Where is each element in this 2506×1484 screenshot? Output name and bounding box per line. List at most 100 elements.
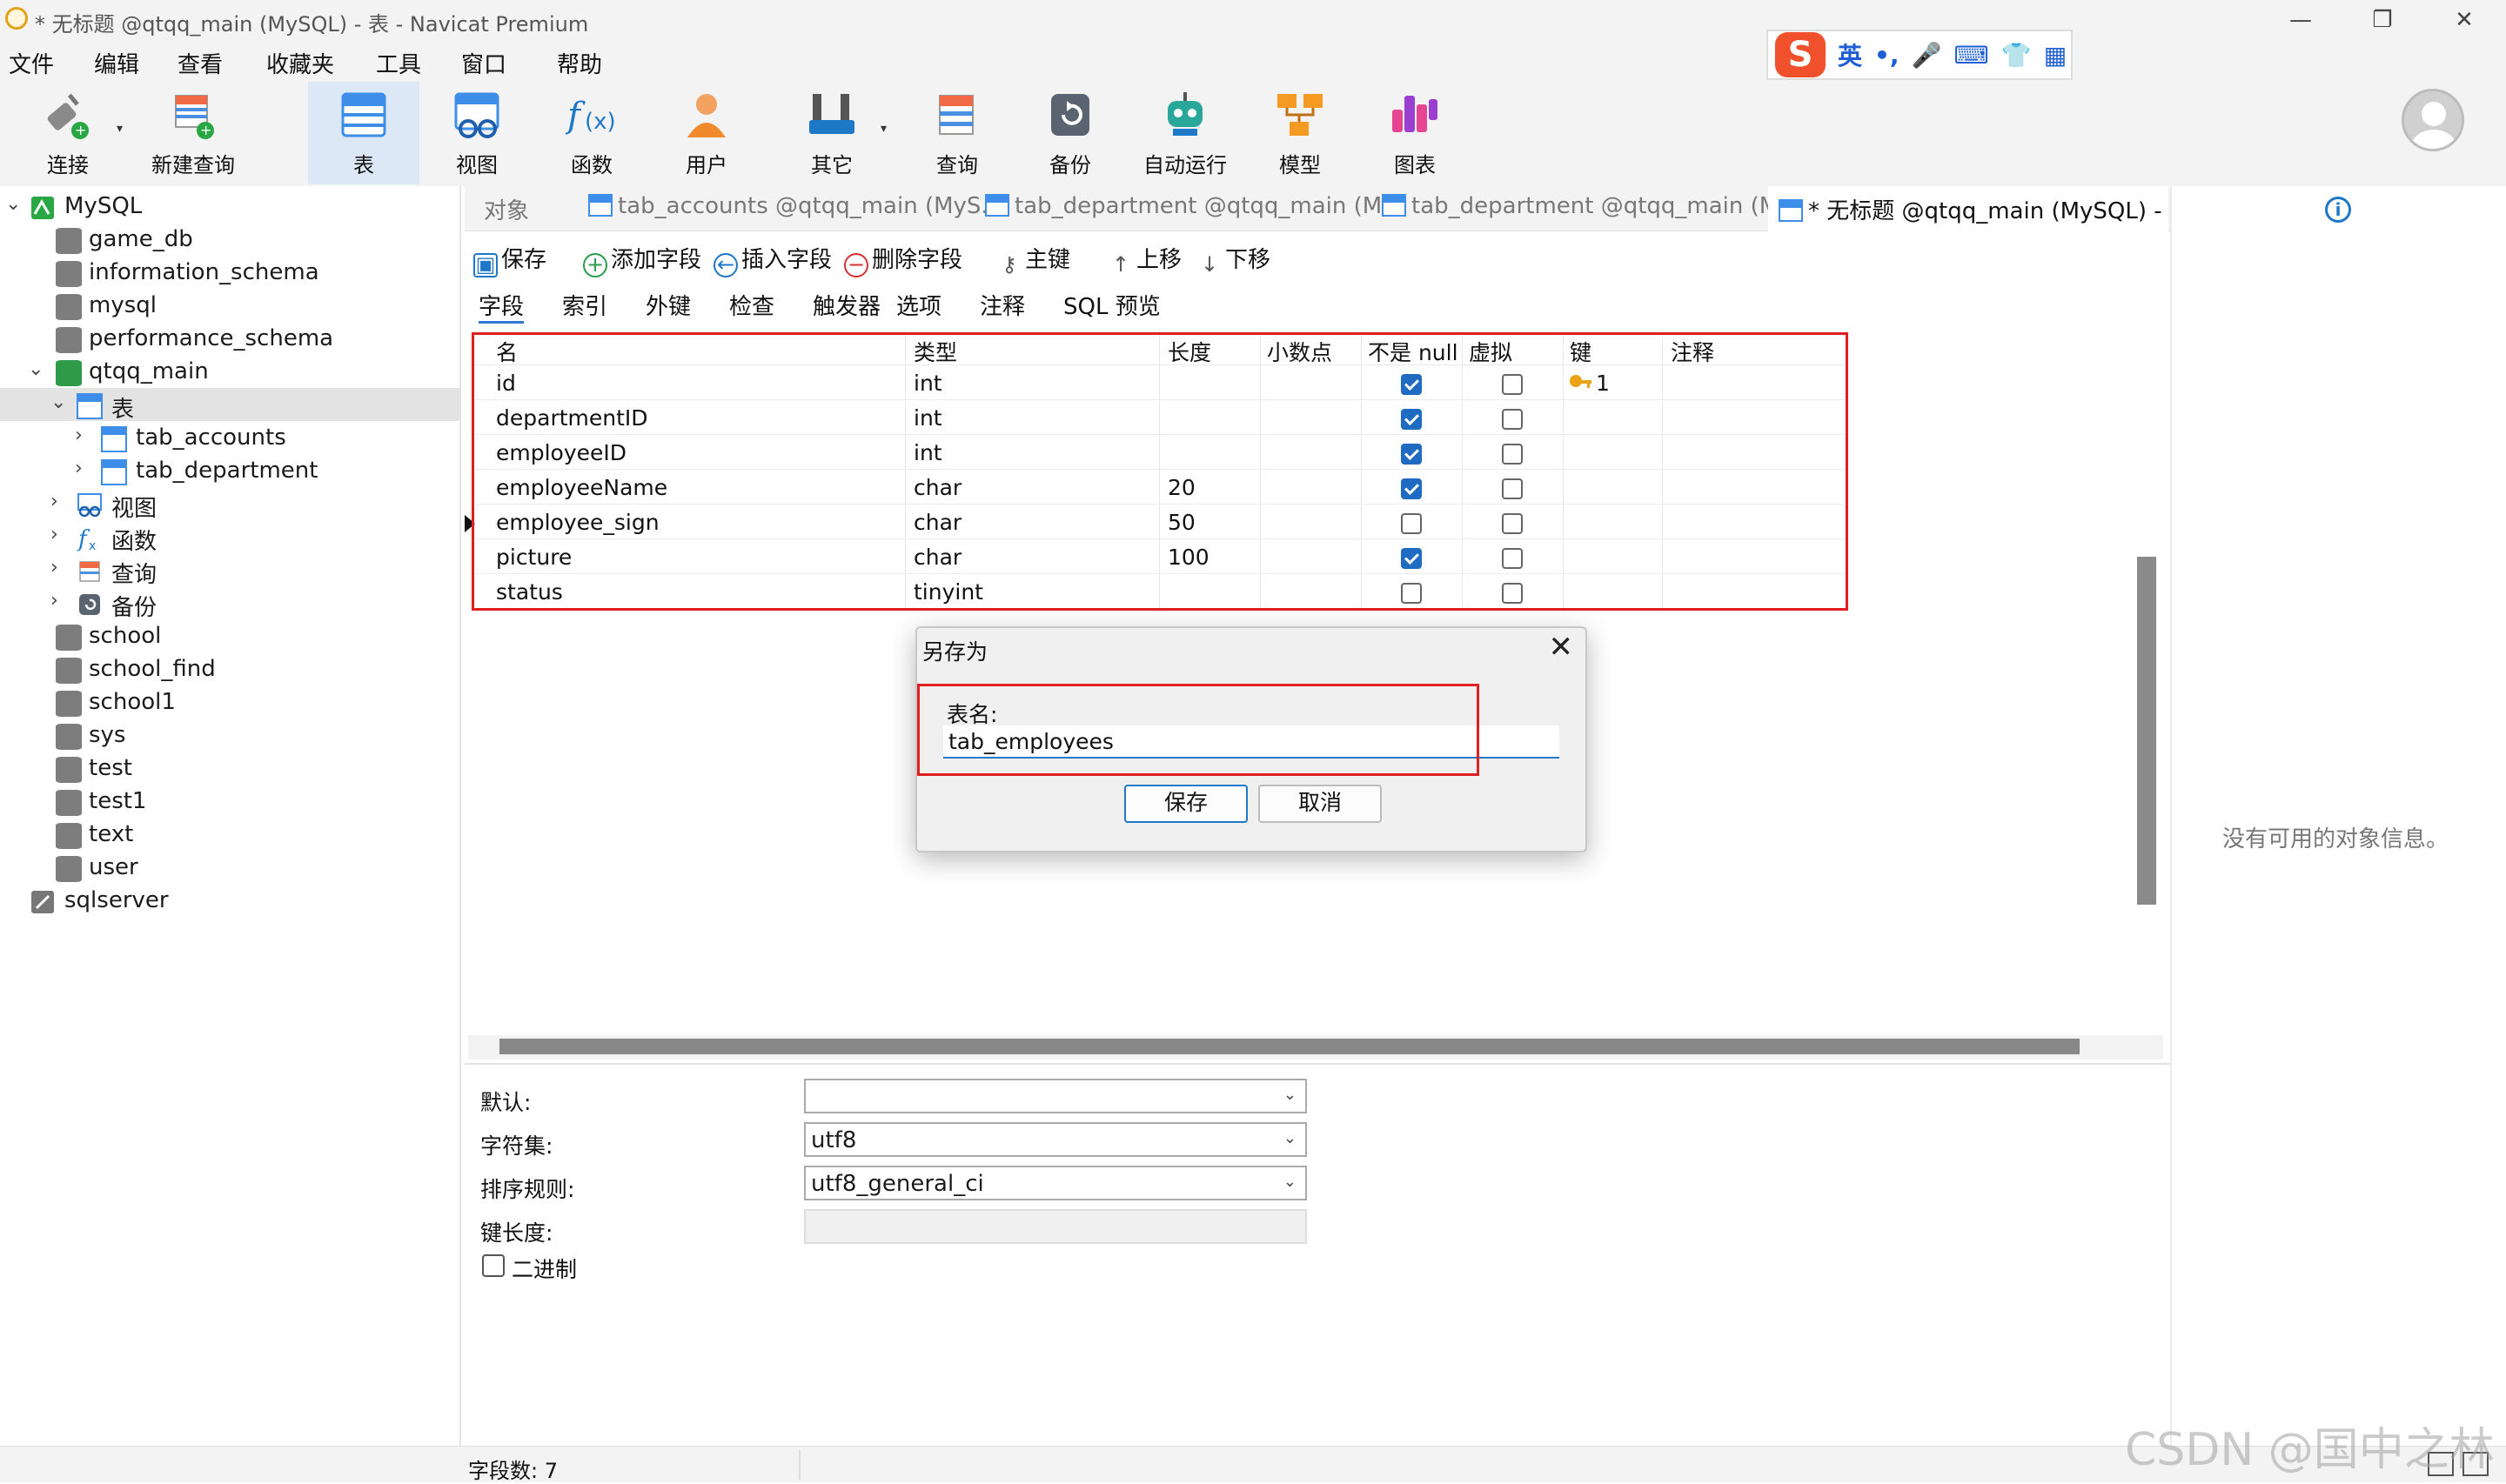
subtab-sql-preview[interactable]: SQL 预览 bbox=[1063, 289, 1161, 321]
tab-objects[interactable]: 对象 bbox=[473, 186, 588, 231]
toolbar-other-button[interactable]: 其它 ▾ bbox=[776, 82, 888, 184]
subtab-fields[interactable]: 字段 bbox=[479, 289, 525, 324]
tab-untitled-table[interactable]: * 无标题 @qtqq_main (MySQL) - 表 bbox=[1768, 186, 2192, 231]
move-down-button[interactable]: ↓ 下移 bbox=[1197, 242, 1270, 279]
chevron-right-icon[interactable]: › bbox=[50, 525, 66, 545]
toolbar-connect-button[interactable]: + 连接 ▾ bbox=[12, 82, 124, 184]
chevron-down-icon[interactable]: ⌄ bbox=[50, 393, 66, 412]
nav-connection-mysql[interactable]: ⌄ MySQL bbox=[0, 190, 461, 223]
close-window-button[interactable]: ✕ bbox=[2429, 0, 2499, 40]
toolbar-model-button[interactable]: 模型 bbox=[1244, 82, 1356, 184]
subtab-foreign-keys[interactable]: 外键 bbox=[646, 289, 691, 321]
nav-backups-folder[interactable]: › 备份 bbox=[0, 586, 461, 622]
toolbar-backup-button[interactable]: 备份 bbox=[1015, 82, 1126, 184]
nav-table-tab_department[interactable]: › tab_department bbox=[0, 454, 461, 487]
menu-file[interactable]: 文件 bbox=[9, 47, 54, 79]
keyboard-icon[interactable]: ⌨ bbox=[1953, 41, 1988, 70]
info-icon[interactable]: i bbox=[2325, 197, 2351, 223]
nav-db-game_db[interactable]: game_db bbox=[0, 223, 461, 256]
nav-db-performance_schema[interactable]: performance_schema bbox=[0, 322, 461, 355]
restore-button[interactable]: ❐ bbox=[2348, 0, 2417, 40]
toolbar-user-button[interactable]: 用户 bbox=[651, 82, 762, 184]
chevron-down-icon[interactable]: ▾ bbox=[117, 122, 123, 136]
nav-views-folder[interactable]: › 视图 bbox=[0, 487, 461, 523]
dialog-save-button[interactable]: 保存 bbox=[1124, 785, 1248, 823]
scrollbar-thumb[interactable] bbox=[499, 1039, 2080, 1054]
nav-db-sys[interactable]: sys bbox=[0, 719, 461, 752]
toolbar-table-button[interactable]: 表 bbox=[308, 82, 419, 184]
tab-tab_department-design[interactable]: tab_department @qtqq_main (M... bbox=[975, 186, 1404, 231]
nav-tables-folder[interactable]: ⌄ 表 bbox=[0, 388, 461, 423]
microphone-icon[interactable]: 🎤 bbox=[1912, 41, 1942, 70]
menu-window[interactable]: 窗口 bbox=[461, 47, 506, 79]
database-open-icon bbox=[56, 360, 82, 386]
tab-tab_department-data[interactable]: tab_department @qtqq_main (M... bbox=[1371, 186, 1800, 231]
toolbar-automation-button[interactable]: 自动运行 bbox=[1129, 82, 1241, 184]
nav-db-test1[interactable]: test1 bbox=[0, 785, 461, 818]
add-field-button[interactable]: + 添加字段 bbox=[583, 242, 701, 277]
toolbar-query-button[interactable]: 查询 bbox=[901, 82, 1013, 184]
primary-key-button[interactable]: ⚷ 主键 bbox=[997, 242, 1070, 279]
nav-db-school[interactable]: school bbox=[0, 619, 461, 652]
nav-db-school1[interactable]: school1 bbox=[0, 685, 461, 719]
nav-queries-folder[interactable]: › 查询 bbox=[0, 553, 461, 589]
toolbar-label: 模型 bbox=[1279, 153, 1321, 177]
horizontal-scrollbar[interactable] bbox=[468, 1035, 2163, 1060]
dialog-cancel-button[interactable]: 取消 bbox=[1258, 785, 1382, 823]
toolbar-function-button[interactable]: f (x) 函数 bbox=[536, 82, 647, 184]
delete-field-button[interactable]: − 删除字段 bbox=[844, 242, 962, 277]
charset-label: 字符集: bbox=[480, 1133, 553, 1159]
toolbar-view-button[interactable]: 视图 bbox=[421, 82, 533, 184]
chevron-down-icon[interactable]: ⌄ bbox=[28, 360, 44, 379]
nav-connection-sqlserver[interactable]: sqlserver bbox=[0, 884, 461, 917]
binary-checkbox[interactable] bbox=[482, 1254, 505, 1277]
close-icon[interactable]: ✕ bbox=[1549, 630, 1574, 665]
avatar[interactable] bbox=[2402, 89, 2464, 151]
nav-functions-folder[interactable]: › f x 函数 bbox=[0, 520, 461, 556]
chevron-right-icon[interactable]: › bbox=[50, 492, 66, 511]
chevron-right-icon[interactable]: › bbox=[50, 558, 66, 578]
nav-db-test[interactable]: test bbox=[0, 752, 461, 785]
move-up-button[interactable]: ↑ 上移 bbox=[1109, 242, 1182, 279]
charset-select[interactable]: utf8 ⌄ bbox=[804, 1122, 1307, 1157]
chevron-down-icon[interactable]: ▾ bbox=[881, 122, 887, 136]
object-info-panel: i 没有可用的对象信息。 bbox=[2170, 186, 2506, 1446]
menu-edit[interactable]: 编辑 bbox=[94, 47, 139, 79]
subtab-indexes[interactable]: 索引 bbox=[562, 289, 607, 321]
menu-favorites[interactable]: 收藏夹 bbox=[266, 47, 334, 79]
punctuation-icon[interactable]: •, bbox=[1874, 41, 1900, 70]
ime-language[interactable]: 英 bbox=[1838, 37, 1862, 72]
save-button[interactable]: ▣ 保存 bbox=[473, 242, 546, 277]
nav-db-school_find[interactable]: school_find bbox=[0, 652, 461, 685]
minimize-button[interactable]: — bbox=[2266, 0, 2335, 40]
subtab-checks[interactable]: 检查 bbox=[729, 289, 774, 321]
table-folder-icon bbox=[77, 393, 103, 419]
tab-tab_accounts[interactable]: tab_accounts @qtqq_main (MyS... bbox=[578, 186, 1002, 231]
nav-table-tab_accounts[interactable]: › tab_accounts bbox=[0, 421, 461, 454]
toolbar-chart-button[interactable]: 图表 bbox=[1359, 82, 1471, 184]
ime-toolbar[interactable]: S 英 •, 🎤 ⌨ 👕 ▦ bbox=[1766, 30, 2073, 80]
chevron-right-icon[interactable]: › bbox=[75, 459, 90, 478]
chevron-right-icon[interactable]: › bbox=[50, 592, 66, 611]
vertical-scrollbar[interactable] bbox=[2137, 557, 2156, 905]
skin-icon[interactable]: 👕 bbox=[2001, 41, 2032, 70]
menu-help[interactable]: 帮助 bbox=[557, 47, 602, 79]
collation-select[interactable]: utf8_general_ci ⌄ bbox=[804, 1166, 1307, 1200]
nav-db-mysql[interactable]: mysql bbox=[0, 289, 461, 322]
nav-db-qtqq_main[interactable]: ⌄ qtqq_main bbox=[0, 355, 461, 388]
toolbar-new-query-button[interactable]: + 新建查询 bbox=[137, 82, 249, 184]
nav-db-text[interactable]: text bbox=[0, 818, 461, 851]
chevron-right-icon[interactable]: › bbox=[75, 426, 90, 445]
subtab-comments[interactable]: 注释 bbox=[980, 289, 1025, 321]
toolbar-label: 备份 bbox=[1049, 153, 1091, 177]
subtab-options[interactable]: 选项 bbox=[896, 289, 941, 321]
menu-view[interactable]: 查看 bbox=[178, 47, 223, 79]
default-select[interactable]: ⌄ bbox=[804, 1079, 1307, 1113]
nav-db-user[interactable]: user bbox=[0, 851, 461, 884]
chevron-down-icon[interactable]: ⌄ bbox=[5, 195, 21, 214]
menu-tools[interactable]: 工具 bbox=[376, 47, 421, 79]
subtab-triggers[interactable]: 触发器 bbox=[813, 289, 881, 321]
apps-grid-icon[interactable]: ▦ bbox=[2044, 41, 2067, 70]
insert-field-button[interactable]: ← 插入字段 bbox=[714, 242, 832, 277]
nav-db-information_schema[interactable]: information_schema bbox=[0, 256, 461, 289]
